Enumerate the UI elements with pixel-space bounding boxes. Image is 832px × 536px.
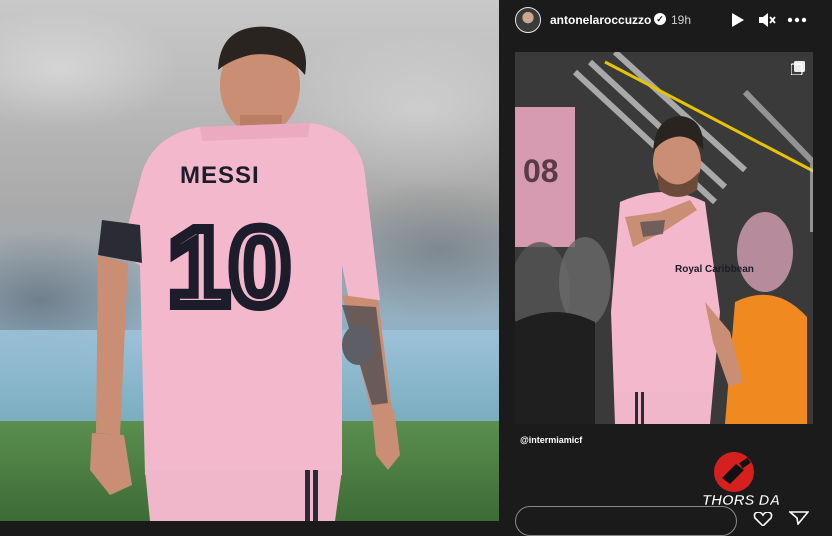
story-username[interactable]: antonelaroccuzzo <box>550 13 651 27</box>
reply-input[interactable] <box>515 506 737 536</box>
send-icon[interactable] <box>789 511 809 525</box>
story-timestamp: 19h <box>671 13 692 27</box>
thorsday-watermark-logo: THORS DAY <box>702 452 780 509</box>
main-photo: MESSI 10 <box>0 0 499 521</box>
verified-badge-icon: ✓ <box>654 13 666 25</box>
mention-tag[interactable]: @intermiamicf <box>520 435 582 445</box>
heart-icon[interactable] <box>753 512 773 526</box>
player-figure: MESSI 10 <box>90 26 400 521</box>
multi-image-icon <box>791 61 805 75</box>
jersey-name: MESSI <box>180 162 260 189</box>
story-photo-scene: 08 Royal Caribbean <box>515 52 813 424</box>
mute-icon[interactable] <box>758 11 776 29</box>
play-icon[interactable] <box>731 12 745 28</box>
instagram-story-panel: antonelaroccuzzo ✓ 19h 08 Royal Caribbea… <box>499 0 832 536</box>
backdrop-number: 08 <box>523 153 559 189</box>
story-photo: 08 Royal Caribbean <box>515 52 813 424</box>
avatar[interactable] <box>515 7 541 33</box>
sponsor-text: Royal Caribbean <box>675 264 754 275</box>
story-header: antonelaroccuzzo ✓ 19h <box>499 0 832 40</box>
watermark-text: THORS DAY <box>702 492 780 509</box>
more-icon[interactable] <box>787 12 807 28</box>
jersey-number: 10 <box>168 206 290 329</box>
